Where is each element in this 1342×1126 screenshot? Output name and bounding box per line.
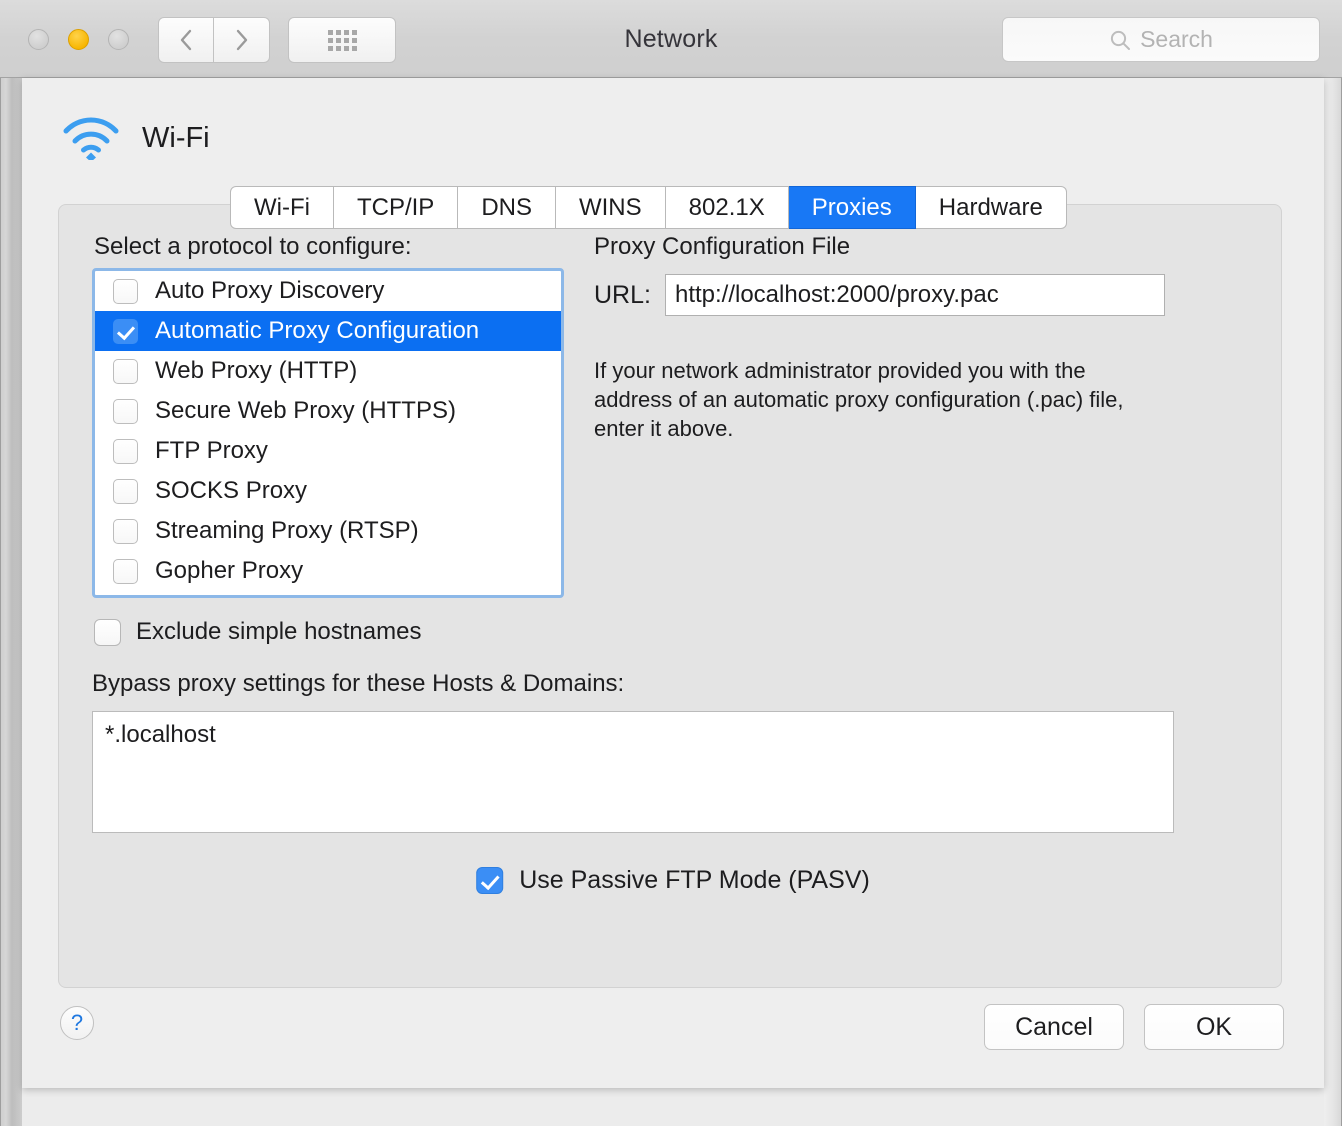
protocol-checkbox-gopher-proxy[interactable] bbox=[113, 558, 138, 584]
bypass-hosts-textarea[interactable]: *.localhost bbox=[92, 711, 1174, 833]
protocol-row-gopher-proxy[interactable]: Gopher Proxy bbox=[95, 551, 561, 591]
tab-hardware[interactable]: Hardware bbox=[915, 186, 1067, 229]
protocol-checkbox-secure-web-proxy-https[interactable] bbox=[113, 398, 138, 424]
forward-button[interactable] bbox=[214, 17, 270, 63]
interface-name: Wi-Fi bbox=[142, 121, 210, 154]
passive-ftp-label: Use Passive FTP Mode (PASV) bbox=[519, 866, 870, 894]
proxies-settings-sheet: Wi-Fi Wi-Fi TCP/IP DNS WINS 802.1X Proxi… bbox=[22, 78, 1324, 1088]
tab-wifi[interactable]: Wi-Fi bbox=[230, 186, 334, 229]
protocol-checkbox-auto-proxy-discovery[interactable] bbox=[113, 278, 138, 304]
ok-button[interactable]: OK bbox=[1144, 1004, 1284, 1050]
protocol-row-streaming-proxy-rtsp[interactable]: Streaming Proxy (RTSP) bbox=[95, 511, 561, 551]
protocol-list[interactable]: Auto Proxy Discovery Automatic Proxy Con… bbox=[92, 268, 564, 598]
protocol-label-gopher-proxy: Gopher Proxy bbox=[155, 557, 304, 584]
exclude-simple-hostnames-row[interactable]: Exclude simple hostnames bbox=[94, 618, 421, 646]
passive-ftp-row[interactable]: Use Passive FTP Mode (PASV) bbox=[476, 866, 870, 895]
protocol-checkbox-socks-proxy[interactable] bbox=[113, 478, 138, 504]
window-right-edge bbox=[1324, 78, 1342, 1126]
wifi-icon bbox=[63, 117, 119, 160]
traffic-light-group bbox=[28, 29, 129, 50]
sheet-footer-buttons: Cancel OK bbox=[984, 1004, 1284, 1050]
minimize-button[interactable] bbox=[68, 29, 89, 50]
help-question-icon: ? bbox=[70, 1010, 84, 1035]
protocol-row-ftp-proxy[interactable]: FTP Proxy bbox=[95, 431, 561, 471]
protocol-row-web-proxy-http[interactable]: Web Proxy (HTTP) bbox=[95, 351, 561, 391]
chevron-left-icon bbox=[180, 29, 191, 51]
protocol-checkbox-streaming-proxy-rtsp[interactable] bbox=[113, 518, 138, 544]
bypass-list-label: Bypass proxy settings for these Hosts & … bbox=[92, 670, 625, 697]
pac-section-title: Proxy Configuration File bbox=[594, 233, 851, 260]
protocol-label-socks-proxy: SOCKS Proxy bbox=[155, 477, 308, 504]
passive-ftp-checkbox[interactable] bbox=[476, 867, 504, 894]
window-titlebar: Network Search bbox=[0, 0, 1342, 78]
protocol-label-secure-web-proxy-https: Secure Web Proxy (HTTPS) bbox=[155, 397, 456, 424]
protocol-label-web-proxy-http: Web Proxy (HTTP) bbox=[155, 357, 358, 384]
navigation-button-group bbox=[158, 17, 270, 63]
protocol-row-auto-proxy-discovery[interactable]: Auto Proxy Discovery bbox=[95, 271, 561, 311]
protocol-checkbox-automatic-proxy-configuration[interactable] bbox=[113, 318, 138, 344]
pac-help-text: If your network administrator provided y… bbox=[594, 358, 1124, 442]
protocol-checkbox-ftp-proxy[interactable] bbox=[113, 438, 138, 464]
window-left-edge bbox=[0, 78, 22, 1126]
back-button[interactable] bbox=[158, 17, 214, 63]
tab-tcpip[interactable]: TCP/IP bbox=[333, 186, 459, 229]
search-icon bbox=[1110, 30, 1131, 50]
search-placeholder: Search bbox=[1140, 26, 1213, 52]
exclude-simple-hostnames-label: Exclude simple hostnames bbox=[136, 618, 422, 645]
zoom-button[interactable] bbox=[108, 29, 129, 50]
protocol-row-socks-proxy[interactable]: SOCKS Proxy bbox=[95, 471, 561, 511]
protocol-label-auto-proxy-discovery: Auto Proxy Discovery bbox=[155, 277, 385, 304]
tab-dns[interactable]: DNS bbox=[458, 186, 556, 229]
pac-url-label: URL: bbox=[594, 280, 651, 309]
desktop-background: Network Search Wi-Fi Wi-Fi TCP/IP DNS WI… bbox=[0, 0, 1342, 1126]
tab-8021x[interactable]: 802.1X bbox=[665, 186, 789, 229]
protocol-label-automatic-proxy-configuration: Automatic Proxy Configuration bbox=[155, 317, 480, 344]
interface-header: Wi-Fi bbox=[62, 116, 210, 160]
pac-url-input[interactable]: http://localhost:2000/proxy.pac bbox=[664, 274, 1165, 316]
settings-tab-bar: Wi-Fi TCP/IP DNS WINS 802.1X Proxies Har… bbox=[230, 186, 1067, 229]
protocol-label-streaming-proxy-rtsp: Streaming Proxy (RTSP) bbox=[155, 517, 419, 544]
protocol-list-label: Select a protocol to configure: bbox=[94, 233, 412, 260]
exclude-simple-hostnames-checkbox[interactable] bbox=[94, 618, 121, 646]
protocol-row-secure-web-proxy-https[interactable]: Secure Web Proxy (HTTPS) bbox=[95, 391, 561, 431]
search-field[interactable]: Search bbox=[1002, 17, 1320, 62]
tab-proxies[interactable]: Proxies bbox=[788, 186, 916, 229]
chevron-right-icon bbox=[236, 29, 248, 51]
protocol-label-ftp-proxy: FTP Proxy bbox=[155, 437, 268, 464]
help-button[interactable]: ? bbox=[60, 1006, 94, 1040]
pac-url-row: URL: http://localhost:2000/proxy.pac bbox=[594, 274, 1165, 316]
cancel-button[interactable]: Cancel bbox=[984, 1004, 1124, 1050]
show-all-button[interactable] bbox=[288, 17, 396, 63]
tab-wins[interactable]: WINS bbox=[555, 186, 666, 229]
protocol-checkbox-web-proxy-http[interactable] bbox=[113, 358, 138, 384]
protocol-row-automatic-proxy-configuration[interactable]: Automatic Proxy Configuration bbox=[95, 311, 561, 351]
show-all-grid-icon bbox=[327, 29, 357, 51]
close-button[interactable] bbox=[28, 29, 49, 50]
